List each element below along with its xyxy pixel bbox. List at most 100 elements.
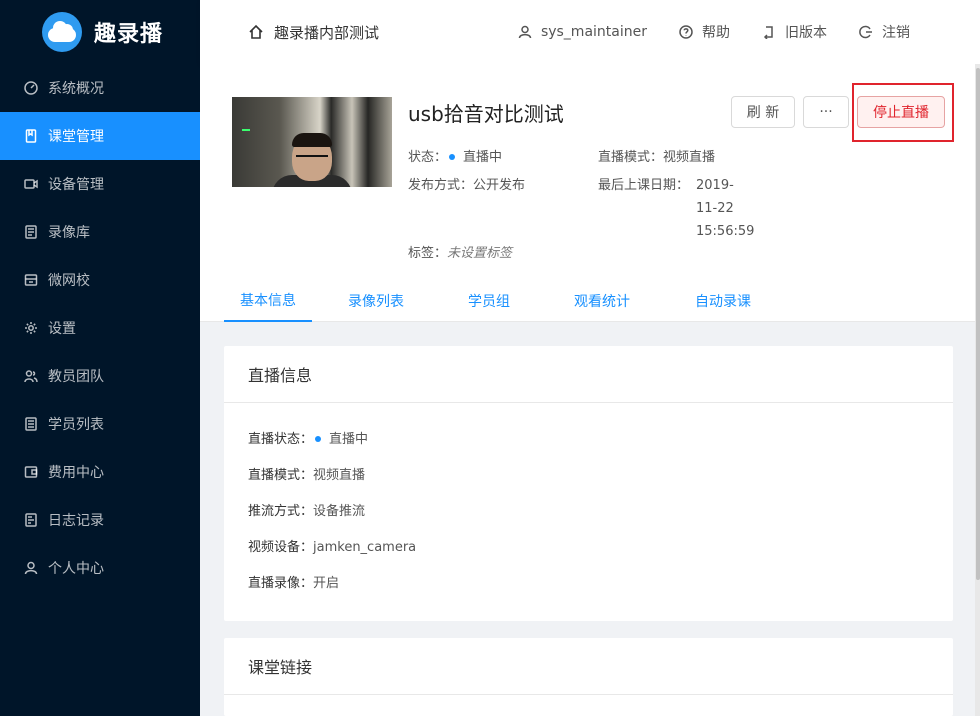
live-status-dot <box>449 153 456 160</box>
home-icon <box>249 24 263 39</box>
sidebar-item-label: 学员列表 <box>48 417 104 433</box>
user-menu[interactable]: sys_maintainer <box>518 24 647 40</box>
live-status-dot <box>315 435 322 442</box>
org-breadcrumb[interactable]: 趣录播内部测试 <box>248 22 379 43</box>
sidebar-item-settings[interactable]: 设置 <box>0 304 200 352</box>
logout-icon <box>859 25 872 39</box>
course-header: usb拾音对比测试 状态： 直播中 直播模式：视频直播 发布方式：公开发布 最后上… <box>200 64 975 322</box>
sidebar-item-label: 个人中心 <box>48 561 104 577</box>
old-version-label: 旧版本 <box>785 25 827 41</box>
tab-basic-info[interactable]: 基本信息 <box>224 280 312 322</box>
sidebar-item-label: 微网校 <box>48 273 90 289</box>
info-value: 设备推流 <box>313 504 366 519</box>
sidebar-item-class-management[interactable]: 课堂管理 <box>0 112 200 160</box>
sidebar-item-label: 系统概况 <box>48 81 104 97</box>
sidebar-item-overview[interactable]: 系统概况 <box>0 64 200 112</box>
info-key: 直播模式： <box>248 468 314 483</box>
log-icon <box>24 513 38 527</box>
class-links-card: 课堂链接 <box>224 638 953 716</box>
tab-auto-record[interactable]: 自动录课 <box>666 280 780 322</box>
status-label: 状态： <box>408 150 448 165</box>
user-icon <box>518 25 532 39</box>
sidebar-item-label: 录像库 <box>48 225 90 241</box>
list-icon <box>24 417 38 431</box>
sidebar-item-teacher-team[interactable]: 教员团队 <box>0 352 200 400</box>
tags-value: 未设置标签 <box>447 246 513 261</box>
status-info: 状态： 直播中 <box>408 146 502 165</box>
publish-value: 公开发布 <box>473 178 526 193</box>
more-button[interactable]: ··· <box>803 96 849 128</box>
live-info-card: 直播信息 直播状态： 直播中 直播模式：视频直播 推流方式：设备推流 视频设备：j… <box>224 346 953 621</box>
tags-info: 标签：未设置标签 <box>408 242 512 261</box>
info-row: 直播模式：视频直播 <box>248 464 365 483</box>
sidebar-item-profile[interactable]: 个人中心 <box>0 544 200 592</box>
stop-live-button[interactable]: 停止直播 <box>857 96 945 128</box>
status-value: 直播中 <box>463 150 503 165</box>
app-name: 趣录播 <box>94 22 164 47</box>
help-link[interactable]: 帮助 <box>679 22 730 42</box>
tab-student-groups[interactable]: 学员组 <box>440 280 538 322</box>
sidebar: 趣录播 系统概况 课堂管理 设备管理 录像库 微网校 设置 教员团队 学员列表 … <box>0 0 200 716</box>
sidebar-item-label: 费用中心 <box>48 465 104 481</box>
sidebar-item-label: 教员团队 <box>48 369 104 385</box>
mode-value: 视频直播 <box>663 150 716 165</box>
card-title: 直播信息 <box>224 346 953 403</box>
info-key: 直播录像： <box>248 576 314 591</box>
camera-icon <box>24 177 38 191</box>
sidebar-item-label: 设备管理 <box>48 177 104 193</box>
info-value: jamken_camera <box>313 540 417 555</box>
sidebar-item-label: 课堂管理 <box>48 129 104 145</box>
cloud-logo-icon <box>42 12 82 52</box>
tab-recordings[interactable]: 录像列表 <box>312 280 440 322</box>
info-value: 视频直播 <box>313 468 366 483</box>
sidebar-item-logs[interactable]: 日志记录 <box>0 496 200 544</box>
org-name: 趣录播内部测试 <box>274 23 380 42</box>
info-row: 视频设备：jamken_camera <box>248 536 416 555</box>
logout-label: 注销 <box>882 25 910 41</box>
publish-info: 发布方式：公开发布 <box>408 174 525 193</box>
tab-view-stats[interactable]: 观看统计 <box>538 280 666 322</box>
question-circle-icon <box>679 25 693 39</box>
logout-link[interactable]: 注销 <box>859 22 910 42</box>
old-version-link[interactable]: 旧版本 <box>762 22 827 42</box>
sidebar-menu: 系统概况 课堂管理 设备管理 录像库 微网校 设置 教员团队 学员列表 费用中心… <box>0 64 200 592</box>
info-value: 开启 <box>313 576 340 591</box>
header-actions: sys_maintainer 帮助 旧版本 注销 <box>486 22 910 42</box>
sidebar-item-label: 设置 <box>48 321 76 337</box>
dashboard-icon <box>24 81 38 95</box>
info-key: 直播状态： <box>248 432 314 447</box>
last-date-value: 2019- 11-22 15:56:59 <box>696 174 754 243</box>
sidebar-item-recordings[interactable]: 录像库 <box>0 208 200 256</box>
scrollbar-thumb[interactable] <box>976 68 980 580</box>
info-key: 推流方式： <box>248 504 314 519</box>
last-date-label: 最后上课日期： <box>598 178 690 193</box>
publish-label: 发布方式： <box>408 178 474 193</box>
info-row: 直播录像：开启 <box>248 572 339 591</box>
info-row: 直播状态： 直播中 <box>248 428 368 447</box>
course-tabs: 基本信息 录像列表 学员组 观看统计 自动录课 <box>224 280 780 322</box>
team-icon <box>24 369 38 383</box>
book-icon <box>24 129 38 143</box>
sidebar-item-micro-school[interactable]: 微网校 <box>0 256 200 304</box>
username: sys_maintainer <box>540 24 647 40</box>
sidebar-item-devices[interactable]: 设备管理 <box>0 160 200 208</box>
mode-label: 直播模式： <box>598 150 664 165</box>
live-preview-thumbnail[interactable] <box>232 97 392 187</box>
last-date-part: 2019- <box>696 178 734 193</box>
info-row: 推流方式：设备推流 <box>248 500 365 519</box>
sidebar-item-billing[interactable]: 费用中心 <box>0 448 200 496</box>
refresh-button[interactable]: 刷 新 <box>731 96 795 128</box>
card-title: 课堂链接 <box>224 638 953 695</box>
archive-icon <box>24 225 38 239</box>
sidebar-item-label: 日志记录 <box>48 513 104 529</box>
last-date-part: 11-22 <box>696 201 734 216</box>
logo[interactable]: 趣录播 <box>0 0 200 64</box>
info-value: 直播中 <box>329 432 369 447</box>
course-title: usb拾音对比测试 <box>408 102 564 126</box>
top-header: 趣录播内部测试 sys_maintainer 帮助 旧版本 注销 <box>200 0 980 64</box>
mode-info: 直播模式：视频直播 <box>598 146 715 165</box>
sidebar-item-student-list[interactable]: 学员列表 <box>0 400 200 448</box>
wallet-icon <box>24 465 38 479</box>
gear-icon <box>24 321 38 335</box>
last-date-part: 15:56:59 <box>696 224 755 239</box>
